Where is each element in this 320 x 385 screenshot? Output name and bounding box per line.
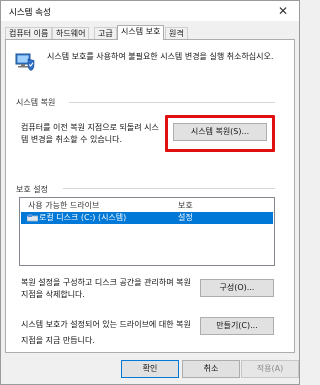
list-header: 사용 가능한 드라이브 보호 — [20, 198, 274, 213]
create-description: 시스템 보호가 설정되어 있는 드라이브에 대한 복원 지점을 지금 만듭니다. — [21, 320, 191, 345]
drive-list[interactable]: 사용 가능한 드라이브 보호 로컬 디스크 (C:) (시스템) 설정 — [19, 197, 275, 266]
system-protection-icon — [15, 53, 35, 71]
intro-text: 시스템 보호를 사용하여 불필요한 시스템 변경을 실행 취소하십시오. — [47, 52, 274, 61]
highlight-box — [165, 115, 275, 152]
restore-section-heading: 시스템 복원 — [16, 98, 56, 107]
ok-button[interactable]: 확인 — [121, 360, 179, 378]
drive-icon — [27, 214, 38, 222]
tab-advanced[interactable]: 고급 — [94, 27, 117, 39]
apply-button[interactable]: 적용(A) — [241, 360, 299, 378]
configure-button[interactable]: 구성(O)... — [200, 279, 274, 297]
tab-strip: 컴퓨터 이름 하드웨어 고급 시스템 보호 원격 — [5, 25, 297, 40]
protection-section-heading: 보호 설정 — [16, 185, 48, 194]
tab-system-protection[interactable]: 시스템 보호 — [117, 25, 165, 40]
table-row[interactable]: 로컬 디스크 (C:) (시스템) 설정 — [21, 212, 273, 224]
column-header-protection[interactable]: 보호 — [178, 200, 193, 211]
cancel-button[interactable]: 취소 — [182, 360, 240, 378]
window-title: 시스템 속성 — [9, 8, 51, 18]
drive-name: 로컬 디스크 (C:) (시스템) — [39, 213, 127, 222]
title-bar: 시스템 속성 ✕ — [1, 1, 299, 21]
tab-remote[interactable]: 원격 — [165, 27, 188, 39]
column-header-drive[interactable]: 사용 가능한 드라이브 — [28, 200, 99, 211]
tab-computer-name[interactable]: 컴퓨터 이름 — [5, 27, 53, 39]
tab-panel — [5, 39, 295, 353]
section-divider — [69, 102, 275, 103]
section-divider — [63, 188, 275, 189]
tab-hardware[interactable]: 하드웨어 — [52, 27, 90, 39]
close-icon[interactable]: ✕ — [273, 3, 293, 19]
system-properties-window: 시스템 속성 ✕ 컴퓨터 이름 하드웨어 고급 시스템 보호 원격 시스템 보호… — [0, 0, 300, 385]
configure-description: 복원 설정을 구성하고 디스크 공간을 관리하며 복원 지점을 삭제합니다. — [21, 278, 191, 299]
restore-description: 컴퓨터를 이전 복원 지점으로 되돌려 시스템 변경을 취소할 수 있습니다. — [21, 123, 159, 144]
protection-status: 설정 — [178, 213, 193, 222]
create-button[interactable]: 만들기(C)... — [200, 317, 274, 335]
